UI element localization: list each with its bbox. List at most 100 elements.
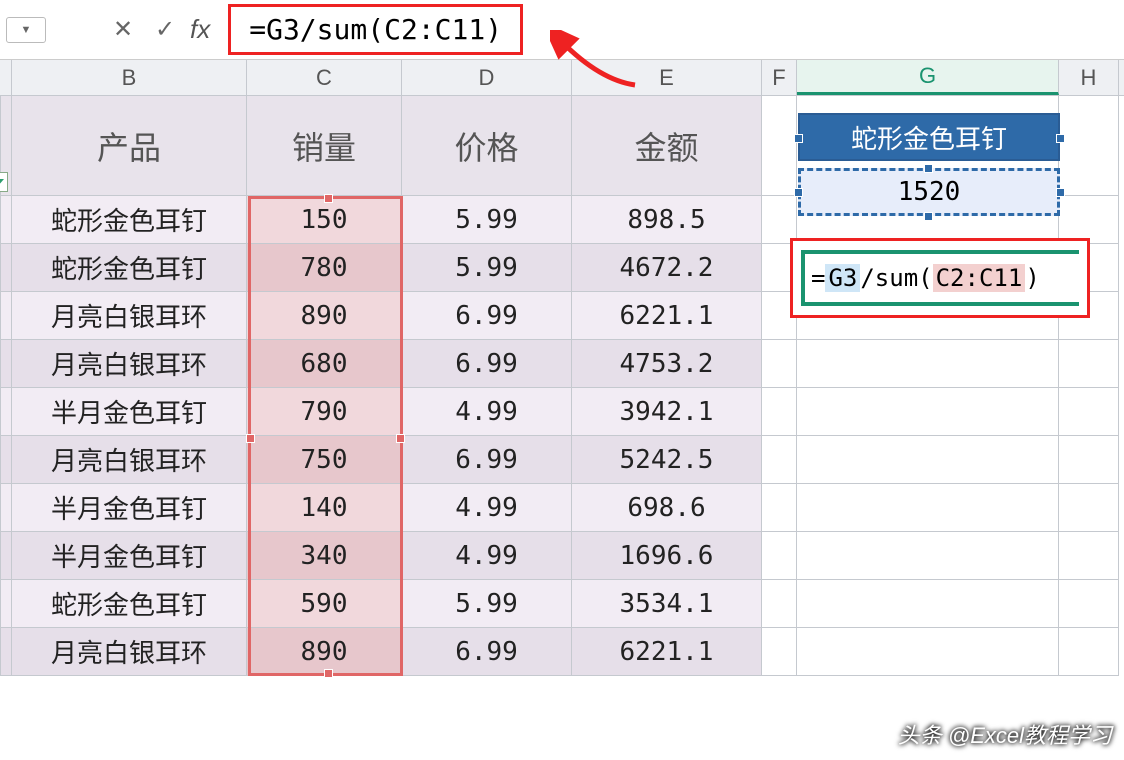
cell[interactable] [1059,388,1119,436]
cell[interactable] [797,340,1059,388]
cell[interactable] [797,532,1059,580]
cell-amount[interactable]: 4672.2 [572,244,762,292]
cell-price[interactable]: 5.99 [402,196,572,244]
cell[interactable] [0,628,12,676]
cell-amount[interactable]: 1696.6 [572,532,762,580]
cell-amount[interactable]: 6221.1 [572,628,762,676]
cell[interactable] [762,196,797,244]
cell[interactable] [1059,340,1119,388]
cell-product[interactable]: 月亮白银耳环 [12,340,247,388]
fx-label[interactable]: fx [190,14,210,45]
cell-product[interactable]: 月亮白银耳环 [12,292,247,340]
cell[interactable] [0,580,12,628]
cell-price[interactable]: 6.99 [402,436,572,484]
cell[interactable] [762,532,797,580]
cell-sales[interactable]: 790 [247,388,402,436]
table-row: 半月金色耳钉 790 4.99 3942.1 [0,388,1124,436]
cancel-icon[interactable]: ✕ [106,13,140,47]
cell[interactable] [762,484,797,532]
header-price[interactable]: 价格 [402,96,572,196]
confirm-icon[interactable]: ✓ [148,13,182,47]
cell[interactable] [1059,628,1119,676]
header-amount[interactable]: 金额 [572,96,762,196]
table-row: 月亮白银耳环 680 6.99 4753.2 [0,340,1124,388]
cell-price[interactable]: 5.99 [402,580,572,628]
cell-sales[interactable]: 680 [247,340,402,388]
cell-amount[interactable]: 5242.5 [572,436,762,484]
cell-price[interactable]: 6.99 [402,292,572,340]
cell[interactable] [1059,436,1119,484]
cell-price[interactable]: 4.99 [402,532,572,580]
cell-amount[interactable]: 698.6 [572,484,762,532]
cell[interactable] [0,244,12,292]
cell-product[interactable]: 月亮白银耳环 [12,628,247,676]
cell[interactable] [797,484,1059,532]
cell-product[interactable]: 蛇形金色耳钉 [12,244,247,292]
cell-price[interactable]: 6.99 [402,628,572,676]
col-header-h[interactable]: H [1059,60,1119,95]
cell[interactable] [762,340,797,388]
cell[interactable] [1059,196,1119,244]
side-formula-text: =G3/sum(C2:C11) [801,250,1079,306]
cell[interactable] [762,436,797,484]
cell[interactable] [0,436,12,484]
cell[interactable] [0,96,12,196]
cell[interactable] [0,388,12,436]
cell[interactable] [797,388,1059,436]
cell-price[interactable]: 4.99 [402,388,572,436]
cell[interactable] [0,532,12,580]
col-header-g[interactable]: G [797,60,1059,95]
cell-price[interactable]: 5.99 [402,244,572,292]
cell-price[interactable]: 4.99 [402,484,572,532]
cell-sales[interactable]: 780 [247,244,402,292]
formula-input[interactable]: =G3/sum(C2:C11) [228,4,523,55]
cell-price[interactable]: 6.99 [402,340,572,388]
cell-amount[interactable]: 3534.1 [572,580,762,628]
col-header-c[interactable]: C [247,60,402,95]
filter-dropdown-icon[interactable] [0,172,8,192]
cell-sales[interactable]: 590 [247,580,402,628]
cell[interactable] [797,628,1059,676]
cell[interactable] [797,436,1059,484]
cell[interactable] [0,484,12,532]
cell-product[interactable]: 半月金色耳钉 [12,532,247,580]
cell-product[interactable]: 半月金色耳钉 [12,388,247,436]
cell-sales[interactable]: 150 [247,196,402,244]
cell[interactable] [762,96,797,196]
cell[interactable] [1059,96,1119,196]
cell-amount[interactable]: 3942.1 [572,388,762,436]
col-header-f[interactable]: F [762,60,797,95]
side-value-cell[interactable]: 1520 [798,168,1060,216]
cell[interactable] [1059,484,1119,532]
cell-amount[interactable]: 898.5 [572,196,762,244]
side-header-cell[interactable]: 蛇形金色耳钉 [798,113,1060,161]
cell[interactable] [762,388,797,436]
cell-sales[interactable]: 750 [247,436,402,484]
cell[interactable] [762,580,797,628]
cell-sales[interactable]: 140 [247,484,402,532]
cell-product[interactable]: 蛇形金色耳钉 [12,196,247,244]
header-sales[interactable]: 销量 [247,96,402,196]
cell-sales[interactable]: 890 [247,292,402,340]
cell[interactable] [0,292,12,340]
cell[interactable] [0,196,12,244]
cell-sales[interactable]: 890 [247,628,402,676]
cell-sales[interactable]: 340 [247,532,402,580]
cell[interactable] [0,340,12,388]
table-row: 蛇形金色耳钉 590 5.99 3534.1 [0,580,1124,628]
name-box-dropdown[interactable]: ▼ [6,17,46,43]
table-row: 月亮白银耳环 750 6.99 5242.5 [0,436,1124,484]
cell-product[interactable]: 月亮白银耳环 [12,436,247,484]
header-product[interactable]: 产品 [12,96,247,196]
cell-amount[interactable]: 6221.1 [572,292,762,340]
cell-amount[interactable]: 4753.2 [572,340,762,388]
cell[interactable] [762,628,797,676]
cell[interactable] [797,580,1059,628]
col-header-d[interactable]: D [402,60,572,95]
col-header-a[interactable] [0,60,12,95]
cell-product[interactable]: 半月金色耳钉 [12,484,247,532]
col-header-b[interactable]: B [12,60,247,95]
cell-product[interactable]: 蛇形金色耳钉 [12,580,247,628]
cell[interactable] [1059,580,1119,628]
cell[interactable] [1059,532,1119,580]
